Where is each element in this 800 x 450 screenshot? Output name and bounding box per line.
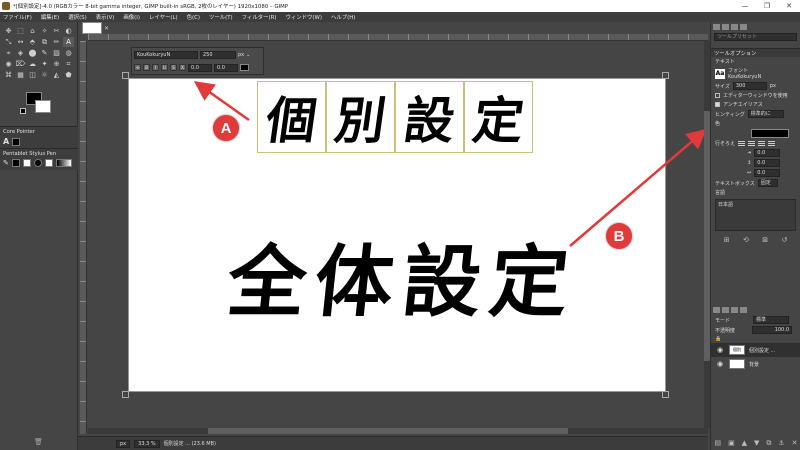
new-group-icon[interactable]: ▣	[728, 439, 735, 448]
opacity-label: 不透明度	[715, 327, 736, 334]
history-tab-icon[interactable]	[740, 307, 747, 313]
layers-panel: モード 標準 不透明度 100.0 🔒 ◉ 個別 個別設定 ... ◉ 背景	[711, 305, 800, 371]
opacity-field[interactable]: 100.0	[752, 326, 793, 334]
layer-name[interactable]: 背景	[749, 361, 759, 368]
color-label: 色	[715, 121, 721, 127]
delete-layer-icon[interactable]: ✕	[792, 439, 798, 448]
layer-thumbnail	[729, 359, 745, 369]
justify-center-icon[interactable]	[758, 140, 766, 147]
lower-layer-icon[interactable]: ▼	[754, 439, 759, 448]
language-value[interactable]: 日本語	[718, 202, 733, 208]
size-unit[interactable]: px	[770, 83, 776, 89]
reset-options-icon[interactable]: ↺	[781, 236, 787, 244]
antialias-checkbox[interactable]	[715, 102, 720, 107]
layers-tab-icon[interactable]	[713, 307, 720, 313]
annotation-badge-a: A	[213, 115, 239, 141]
anchor-icon[interactable]: ⚓	[778, 439, 784, 448]
text-box-label: テキストボックス	[715, 180, 755, 187]
preset-filter-input[interactable]: ツールプリセット	[714, 33, 797, 41]
duplicate-layer-icon[interactable]: ⧉	[766, 439, 771, 448]
layer-row[interactable]: ◉ 個別 個別設定 ...	[711, 343, 800, 357]
horizontal-scrollbar[interactable]	[88, 428, 708, 434]
layers-tabs	[711, 305, 800, 315]
font-value[interactable]: KouKokuryuN	[728, 74, 761, 80]
hinting-label: ヒンティング	[715, 111, 745, 118]
annotation-badge-b: B	[606, 223, 632, 249]
mode-select[interactable]: 標準	[753, 316, 790, 324]
layer-row[interactable]: ◉ 背景	[711, 357, 800, 371]
delete-options-icon[interactable]: ⊠	[762, 236, 768, 244]
indent-icon: ⇥	[747, 150, 752, 156]
layer-thumbnail: 個別	[729, 345, 745, 355]
text-color-button[interactable]	[751, 129, 789, 138]
justify-left-icon[interactable]	[738, 140, 746, 147]
justify-fill-icon[interactable]	[768, 140, 776, 147]
size-label: サイズ	[715, 83, 730, 90]
hinting-select[interactable]: 標準的に	[747, 110, 784, 118]
justify-label: 行そろえ	[715, 141, 736, 147]
annotation-arrows	[193, 81, 707, 247]
tool-options-tab-icon[interactable]	[722, 24, 729, 30]
language-label: 言語	[715, 190, 726, 196]
tool-presets-tab-icon[interactable]	[713, 24, 720, 30]
section-title: テキスト	[715, 59, 735, 65]
tool-options-header: ツールオプション	[711, 48, 800, 57]
font-label: フォント	[728, 68, 749, 74]
line-spacing-icon: ↕	[747, 160, 752, 166]
layer-name[interactable]: 個別設定 ...	[749, 347, 775, 354]
restore-options-icon[interactable]: ⟲	[743, 236, 749, 244]
letter-spacing-field[interactable]: 0.0	[754, 169, 781, 177]
raise-layer-icon[interactable]: ▲	[742, 439, 747, 448]
lock-icons: 🔒	[711, 335, 800, 343]
new-layer-icon[interactable]: ▤	[714, 439, 721, 448]
mode-label: モード	[715, 317, 731, 324]
channels-tab-icon[interactable]	[722, 307, 729, 313]
justify-right-icon[interactable]	[748, 140, 756, 147]
editor-option-label: エディターウィンドウを使用	[723, 93, 788, 99]
save-options-icon[interactable]: ⊞	[724, 236, 730, 244]
tool-options-actions: ⊞ ⟲ ⊠ ↺	[711, 233, 800, 247]
visibility-eye-icon[interactable]: ◉	[717, 360, 725, 368]
size-field[interactable]: 300	[732, 82, 767, 90]
status-info: 個別設定 ... (23.6 MB)	[163, 441, 216, 447]
dock-tabs	[711, 22, 800, 32]
status-bar: px 33.3 % 個別設定 ... (23.6 MB)	[78, 436, 708, 450]
layer-actions: ▤ ▣ ▲ ▼ ⧉ ⚓ ✕	[711, 439, 800, 448]
line-spacing-field[interactable]: 0.0	[754, 159, 781, 167]
indent-field[interactable]: 0.0	[754, 149, 781, 157]
arrow-b	[569, 128, 707, 247]
language-list[interactable]: 日本語	[715, 199, 796, 231]
zoom-dropdown[interactable]: 33.3 %	[134, 439, 160, 448]
text-box-select[interactable]: 固定	[757, 179, 778, 187]
device-tab-icon[interactable]	[731, 24, 738, 30]
letter-spacing-icon: ↔	[747, 170, 752, 176]
justify-buttons	[738, 140, 776, 147]
undo-tab-icon[interactable]	[740, 24, 747, 30]
editor-checkbox[interactable]	[715, 93, 720, 98]
antialias-label: アンチエイリアス	[723, 102, 763, 108]
lock-icon[interactable]: 🔒	[715, 336, 721, 342]
visibility-eye-icon[interactable]: ◉	[717, 346, 725, 354]
right-dock: ツールプリセット ツールオプション テキスト Aa フォント KouKokury…	[710, 22, 800, 450]
unit-dropdown[interactable]: px	[116, 439, 131, 448]
font-preview-icon[interactable]: Aa	[715, 68, 725, 79]
paths-tab-icon[interactable]	[731, 307, 738, 313]
